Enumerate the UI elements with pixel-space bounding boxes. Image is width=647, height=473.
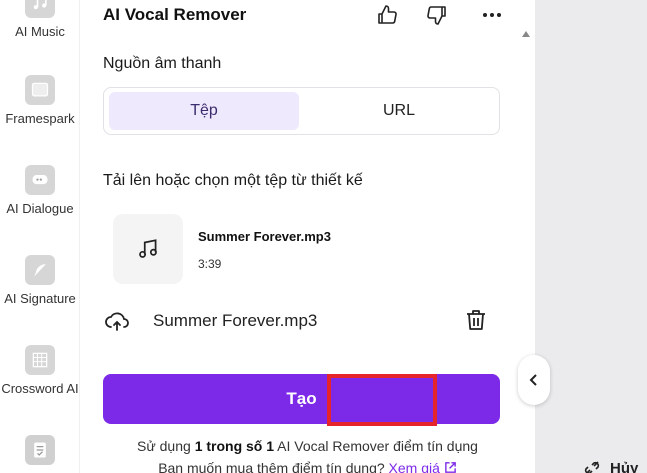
cloud-upload-icon: [105, 312, 129, 331]
external-link-icon: [444, 462, 456, 473]
thumbs-up-icon[interactable]: [374, 2, 400, 28]
tab-url[interactable]: URL: [304, 92, 494, 130]
create-button[interactable]: Tạo: [103, 374, 500, 424]
rail-item-ai-signature[interactable]: AI Signature: [0, 255, 80, 306]
buy-prompt: Bạn muốn mua thêm điểm tín dụng?: [158, 460, 389, 473]
rail-label: AI Signature: [4, 291, 76, 306]
rail-label: AI Music: [15, 24, 65, 39]
grid-icon: [25, 345, 55, 375]
canvas-area: [535, 0, 647, 473]
file-duration: 3:39: [198, 257, 222, 271]
file-thumbnail[interactable]: [113, 214, 183, 284]
buy-credits-text: Bạn muốn mua thêm điểm tín dụng? Xem giá: [80, 460, 535, 473]
rail-item-ai-music[interactable]: AI Music: [0, 0, 80, 39]
cancel-label: Hủy: [610, 459, 639, 473]
rail-label: AI Dialogue: [6, 201, 74, 216]
view-pricing-link[interactable]: Xem giá: [389, 460, 440, 473]
usage-count: 1 trong số 1: [194, 438, 275, 454]
source-tab-group: Tệp URL: [103, 87, 500, 135]
collapse-panel-button[interactable]: [518, 355, 550, 405]
chat-icon: [25, 165, 55, 195]
credit-usage-text: Sử dụng 1 trong số 1 AI Vocal Remover đi…: [80, 438, 535, 454]
thumbs-down-icon[interactable]: [424, 2, 450, 28]
rail-item-crossword-ai[interactable]: Crossword AI: [0, 345, 80, 396]
tab-file[interactable]: Tệp: [109, 92, 299, 130]
more-options-icon[interactable]: [479, 2, 505, 28]
scroll-up-arrow-icon[interactable]: [522, 30, 530, 38]
usage-suffix: AI Vocal Remover điểm tín dụng: [274, 438, 478, 454]
music-note-icon: [25, 0, 55, 18]
app-rail: AI Music Framespark AI Dialogue AI Signa…: [0, 0, 80, 473]
rail-item-checklist[interactable]: [0, 435, 80, 465]
uploaded-file-name: Summer Forever.mp3: [153, 311, 318, 330]
rail-item-framespark[interactable]: Framespark: [0, 75, 80, 126]
rail-label: Framespark: [5, 111, 75, 126]
trash-icon[interactable]: [462, 306, 490, 334]
upload-label: Tải lên hoặc chọn một tệp từ thiết kế: [103, 172, 363, 189]
feather-icon: [25, 255, 55, 285]
panel-title: AI Vocal Remover: [103, 5, 247, 24]
usage-prefix: Sử dụng: [137, 438, 195, 454]
file-name: Summer Forever.mp3: [198, 229, 331, 244]
frame-icon: [25, 75, 55, 105]
unlink-icon: [584, 461, 600, 473]
chevron-left-icon: [529, 374, 537, 386]
audio-source-label: Nguồn âm thanh: [103, 55, 222, 72]
rail-label: Crossword AI: [1, 381, 79, 396]
music-note-icon: [139, 239, 157, 258]
checklist-icon: [25, 435, 55, 465]
cancel-action[interactable]: Hủy: [582, 458, 638, 473]
vocal-remover-panel: AI Vocal Remover Nguồn âm thanh Tệp URL …: [80, 0, 535, 473]
rail-item-ai-dialogue[interactable]: AI Dialogue: [0, 165, 80, 216]
